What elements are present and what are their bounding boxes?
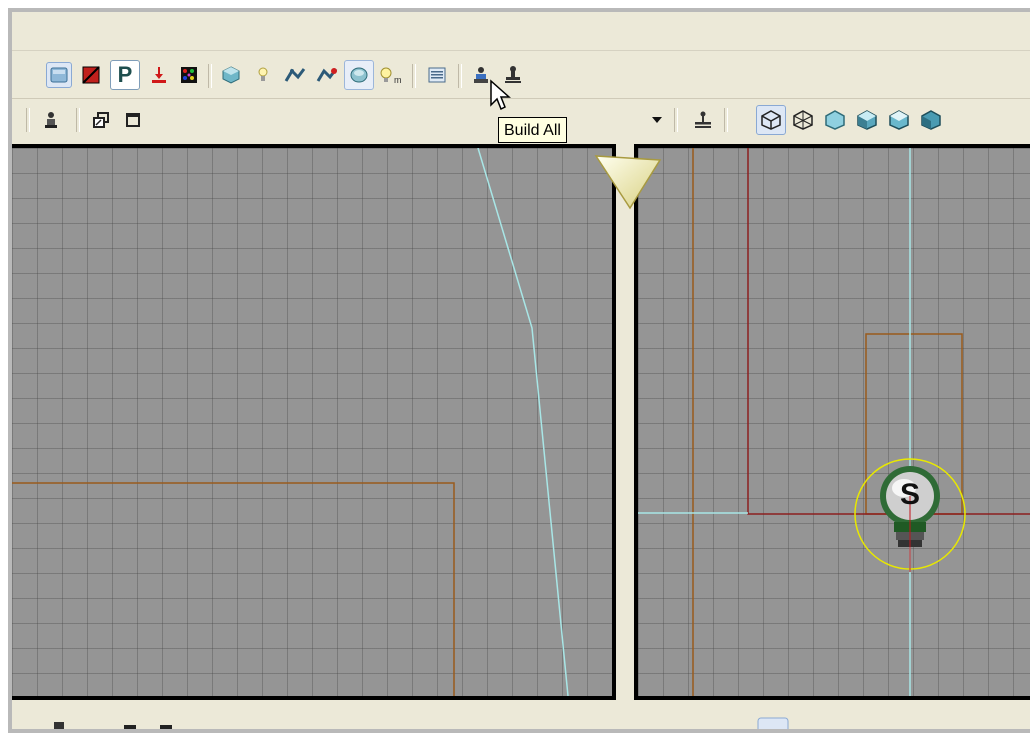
svg-text:m: m: [394, 75, 402, 85]
brush-outline: [12, 482, 455, 696]
brush-wire-cube-icon[interactable]: [790, 107, 816, 133]
path-p-icon[interactable]: P: [110, 60, 140, 90]
drop-to-floor-icon[interactable]: [146, 62, 172, 88]
separator: [26, 108, 30, 132]
left-viewport-geometry: [12, 148, 569, 696]
maximize-window-icon: [160, 725, 172, 729]
actor-tool-icon[interactable]: [38, 107, 64, 133]
build-paths-icon[interactable]: [282, 62, 308, 88]
separator: [674, 108, 678, 132]
detail-cube-icon[interactable]: [886, 107, 912, 133]
lighting-only-cube-icon[interactable]: [918, 107, 944, 133]
title-area: [12, 12, 1030, 51]
wireframe-cube-icon[interactable]: [756, 105, 786, 135]
maximize-window-icon[interactable]: [120, 107, 146, 133]
light-m-icon[interactable]: m: [378, 62, 404, 88]
separator: [208, 64, 212, 88]
light-actor[interactable]: S: [852, 456, 968, 572]
build-all-tooltip: Build All: [498, 117, 567, 143]
build-all-icon[interactable]: [344, 60, 374, 90]
separator: [724, 108, 728, 132]
build-geometry-icon[interactable]: [218, 62, 244, 88]
unlit-cube-icon[interactable]: [822, 107, 848, 133]
build-cover-icon[interactable]: [314, 62, 340, 88]
mouse-cursor-icon: [490, 79, 511, 111]
main-toolbar: P m: [12, 52, 1030, 99]
camera-view-icon[interactable]: [46, 62, 72, 88]
build-lighting-icon[interactable]: [250, 62, 276, 88]
separator: [412, 64, 416, 88]
selection-circle: [854, 458, 966, 572]
dropdown-arrow-icon[interactable]: [644, 107, 670, 133]
tooltip-pointer: [594, 155, 662, 210]
right-viewport-geometry: [638, 148, 1030, 696]
restore-window-icon: [124, 725, 136, 729]
tooltip-text: Build All: [504, 122, 561, 139]
actor-tool-icon: [54, 722, 64, 729]
light-actor-label: S: [899, 478, 920, 511]
left-viewport[interactable]: [12, 144, 616, 700]
wireframe-cube-icon: [757, 717, 789, 729]
restore-window-icon[interactable]: [88, 107, 114, 133]
texture-palette-icon[interactable]: [176, 62, 202, 88]
separator: [76, 108, 80, 132]
path-line: [477, 148, 569, 696]
snap-stamp-icon[interactable]: [690, 107, 716, 133]
lit-cube-icon[interactable]: [854, 107, 880, 133]
path-p-label: P: [117, 62, 133, 87]
bottom-toolbar-strip: [12, 708, 1030, 729]
separator: [458, 64, 462, 88]
properties-window-icon[interactable]: [424, 62, 450, 88]
right-viewport[interactable]: S: [634, 144, 1030, 700]
brush-red-icon[interactable]: [78, 62, 104, 88]
